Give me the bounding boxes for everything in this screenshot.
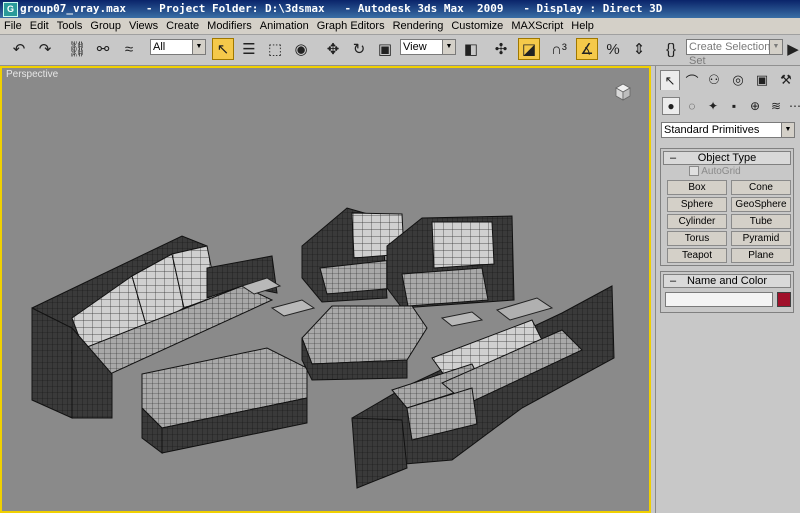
object-color-swatch[interactable] <box>777 292 791 307</box>
create-tab-icon[interactable]: ↖ <box>660 70 680 90</box>
title-bar: G group07_vray.max - Project Folder: D:\… <box>0 0 800 18</box>
rect-region-icon[interactable]: ⬚ <box>264 38 286 60</box>
systems-icon[interactable]: ⋯ <box>786 97 800 115</box>
rotate-icon[interactable]: ↻ <box>348 38 370 60</box>
menu-customize[interactable]: Customize <box>447 18 507 34</box>
scale-icon[interactable]: ▣ <box>374 38 396 60</box>
hierarchy-tab-icon[interactable]: ⚇ <box>704 70 724 90</box>
menu-bar: File Edit Tools Group Views Create Modifiers An… <box>0 18 800 35</box>
name-and-color-title: Name and Color <box>686 275 768 287</box>
menu-create[interactable]: Create <box>162 18 203 34</box>
selection-filter-value: All <box>153 41 166 53</box>
command-panel: ↖ ⌒ ⚇ ◎ ▣ ⚒ ● ◌ ✦ ▪ ⊕ ≋ ⋯ Standard Primi… <box>655 66 800 513</box>
chevron-down-icon: ▼ <box>192 40 205 54</box>
name-and-color-header[interactable]: – Name and Color <box>663 274 791 288</box>
object-name-input[interactable] <box>665 292 773 307</box>
name-and-color-rollout: – Name and Color <box>660 271 794 313</box>
tube-button[interactable]: Tube <box>731 214 791 229</box>
geometry-icon[interactable]: ● <box>662 97 680 115</box>
autogrid-row: AutoGrid <box>689 166 741 177</box>
modify-tab-icon[interactable]: ⌒ <box>682 70 702 90</box>
side-table-right <box>440 311 484 327</box>
selection-set-input[interactable]: Create Selection Set ▼ <box>686 39 783 67</box>
app-icon[interactable]: G <box>3 2 18 17</box>
chevron-down-icon: ▼ <box>442 40 455 54</box>
percent-snap-icon[interactable]: % <box>602 38 624 60</box>
object-type-title: Object Type <box>697 152 757 164</box>
menu-modifiers[interactable]: Modifiers <box>203 18 256 34</box>
side-table-middle <box>270 299 316 317</box>
window-title: group07_vray.max - Project Folder: D:\3d… <box>20 2 663 15</box>
named-selection-icon[interactable]: {} <box>660 38 682 60</box>
menu-graph-editors[interactable]: Graph Editors <box>313 18 389 34</box>
chevron-down-icon: ▼ <box>781 123 794 137</box>
pivot-icon[interactable]: ◧ <box>460 38 482 60</box>
helpers-icon[interactable]: ⊕ <box>746 97 764 115</box>
mirror-icon[interactable]: ▶ <box>786 38 800 60</box>
object-type-header[interactable]: – Object Type <box>663 151 791 165</box>
menu-maxscript[interactable]: MAXScript <box>507 18 567 34</box>
armchair-right <box>386 215 515 309</box>
move-icon[interactable]: ✥ <box>322 38 344 60</box>
main-toolbar: ↶ ↷ ⛓ ⚯ ≈ All ▼ ↖ ☰ ⬚ ◉ ✥ ↻ ▣ View ▼ ◧ ✣… <box>0 35 800 67</box>
cameras-icon[interactable]: ▪ <box>725 97 743 115</box>
link-icon[interactable]: ⛓ <box>66 38 88 60</box>
chevron-down-icon: ▼ <box>769 40 782 54</box>
sphere-button[interactable]: Sphere <box>667 197 727 212</box>
menu-file[interactable]: File <box>0 18 26 34</box>
menu-edit[interactable]: Edit <box>26 18 53 34</box>
menu-rendering[interactable]: Rendering <box>389 18 448 34</box>
menu-animation[interactable]: Animation <box>256 18 313 34</box>
select-object-icon[interactable]: ↖ <box>212 38 234 60</box>
redo-icon[interactable]: ↷ <box>34 38 56 60</box>
selection-set-placeholder: Create Selection Set <box>689 41 771 67</box>
menu-help[interactable]: Help <box>567 18 598 34</box>
pyramid-button[interactable]: Pyramid <box>731 231 791 246</box>
lights-icon[interactable]: ✦ <box>704 97 722 115</box>
geometry-category-dropdown[interactable]: Standard Primitives ▼ <box>661 122 795 138</box>
perspective-viewport[interactable]: Perspective <box>0 66 651 513</box>
collapse-icon: – <box>670 152 677 164</box>
ottoman <box>301 305 428 381</box>
object-type-rollout: – Object Type AutoGrid Box Cone Sphere G… <box>660 148 794 266</box>
manipulate-icon[interactable]: ✣ <box>490 38 512 60</box>
cone-button[interactable]: Cone <box>731 180 791 195</box>
autogrid-label: AutoGrid <box>701 166 741 177</box>
spinner-snap-icon[interactable]: ⇕ <box>628 38 650 60</box>
geosphere-button[interactable]: GeoSphere <box>731 197 791 212</box>
select-by-name-icon[interactable]: ☰ <box>238 38 260 60</box>
utilities-tab-icon[interactable]: ⚒ <box>776 70 796 90</box>
window-crossing-icon[interactable]: ◉ <box>290 38 312 60</box>
selection-filter-dropdown[interactable]: All ▼ <box>150 39 206 55</box>
snap-icon[interactable]: ∩³ <box>548 38 570 60</box>
autogrid-checkbox[interactable] <box>689 166 699 177</box>
reference-coordinate-value: View <box>403 41 427 53</box>
sofa-set-wireframe <box>31 207 615 489</box>
collapse-icon: – <box>670 275 677 287</box>
shapes-icon[interactable]: ◌ <box>683 97 701 115</box>
undo-icon[interactable]: ↶ <box>8 38 30 60</box>
space-warps-icon[interactable]: ≋ <box>767 97 785 115</box>
bind-spacewarp-icon[interactable]: ≈ <box>118 38 140 60</box>
keyboard-shortcut-icon[interactable]: ◪ <box>518 38 540 60</box>
reference-coordinate-dropdown[interactable]: View ▼ <box>400 39 456 55</box>
box-button[interactable]: Box <box>667 180 727 195</box>
left-sectional-sofa <box>31 235 308 454</box>
side-table-back <box>495 297 554 321</box>
unlink-icon[interactable]: ⚯ <box>92 38 114 60</box>
teapot-button[interactable]: Teapot <box>667 248 727 263</box>
display-tab-icon[interactable]: ▣ <box>752 70 772 90</box>
menu-tools[interactable]: Tools <box>53 18 87 34</box>
plane-button[interactable]: Plane <box>731 248 791 263</box>
cylinder-button[interactable]: Cylinder <box>667 214 727 229</box>
angle-snap-icon[interactable]: ∡ <box>576 38 598 60</box>
torus-button[interactable]: Torus <box>667 231 727 246</box>
menu-views[interactable]: Views <box>125 18 162 34</box>
motion-tab-icon[interactable]: ◎ <box>728 70 748 90</box>
menu-group[interactable]: Group <box>86 18 125 34</box>
geometry-category-value: Standard Primitives <box>664 124 760 136</box>
